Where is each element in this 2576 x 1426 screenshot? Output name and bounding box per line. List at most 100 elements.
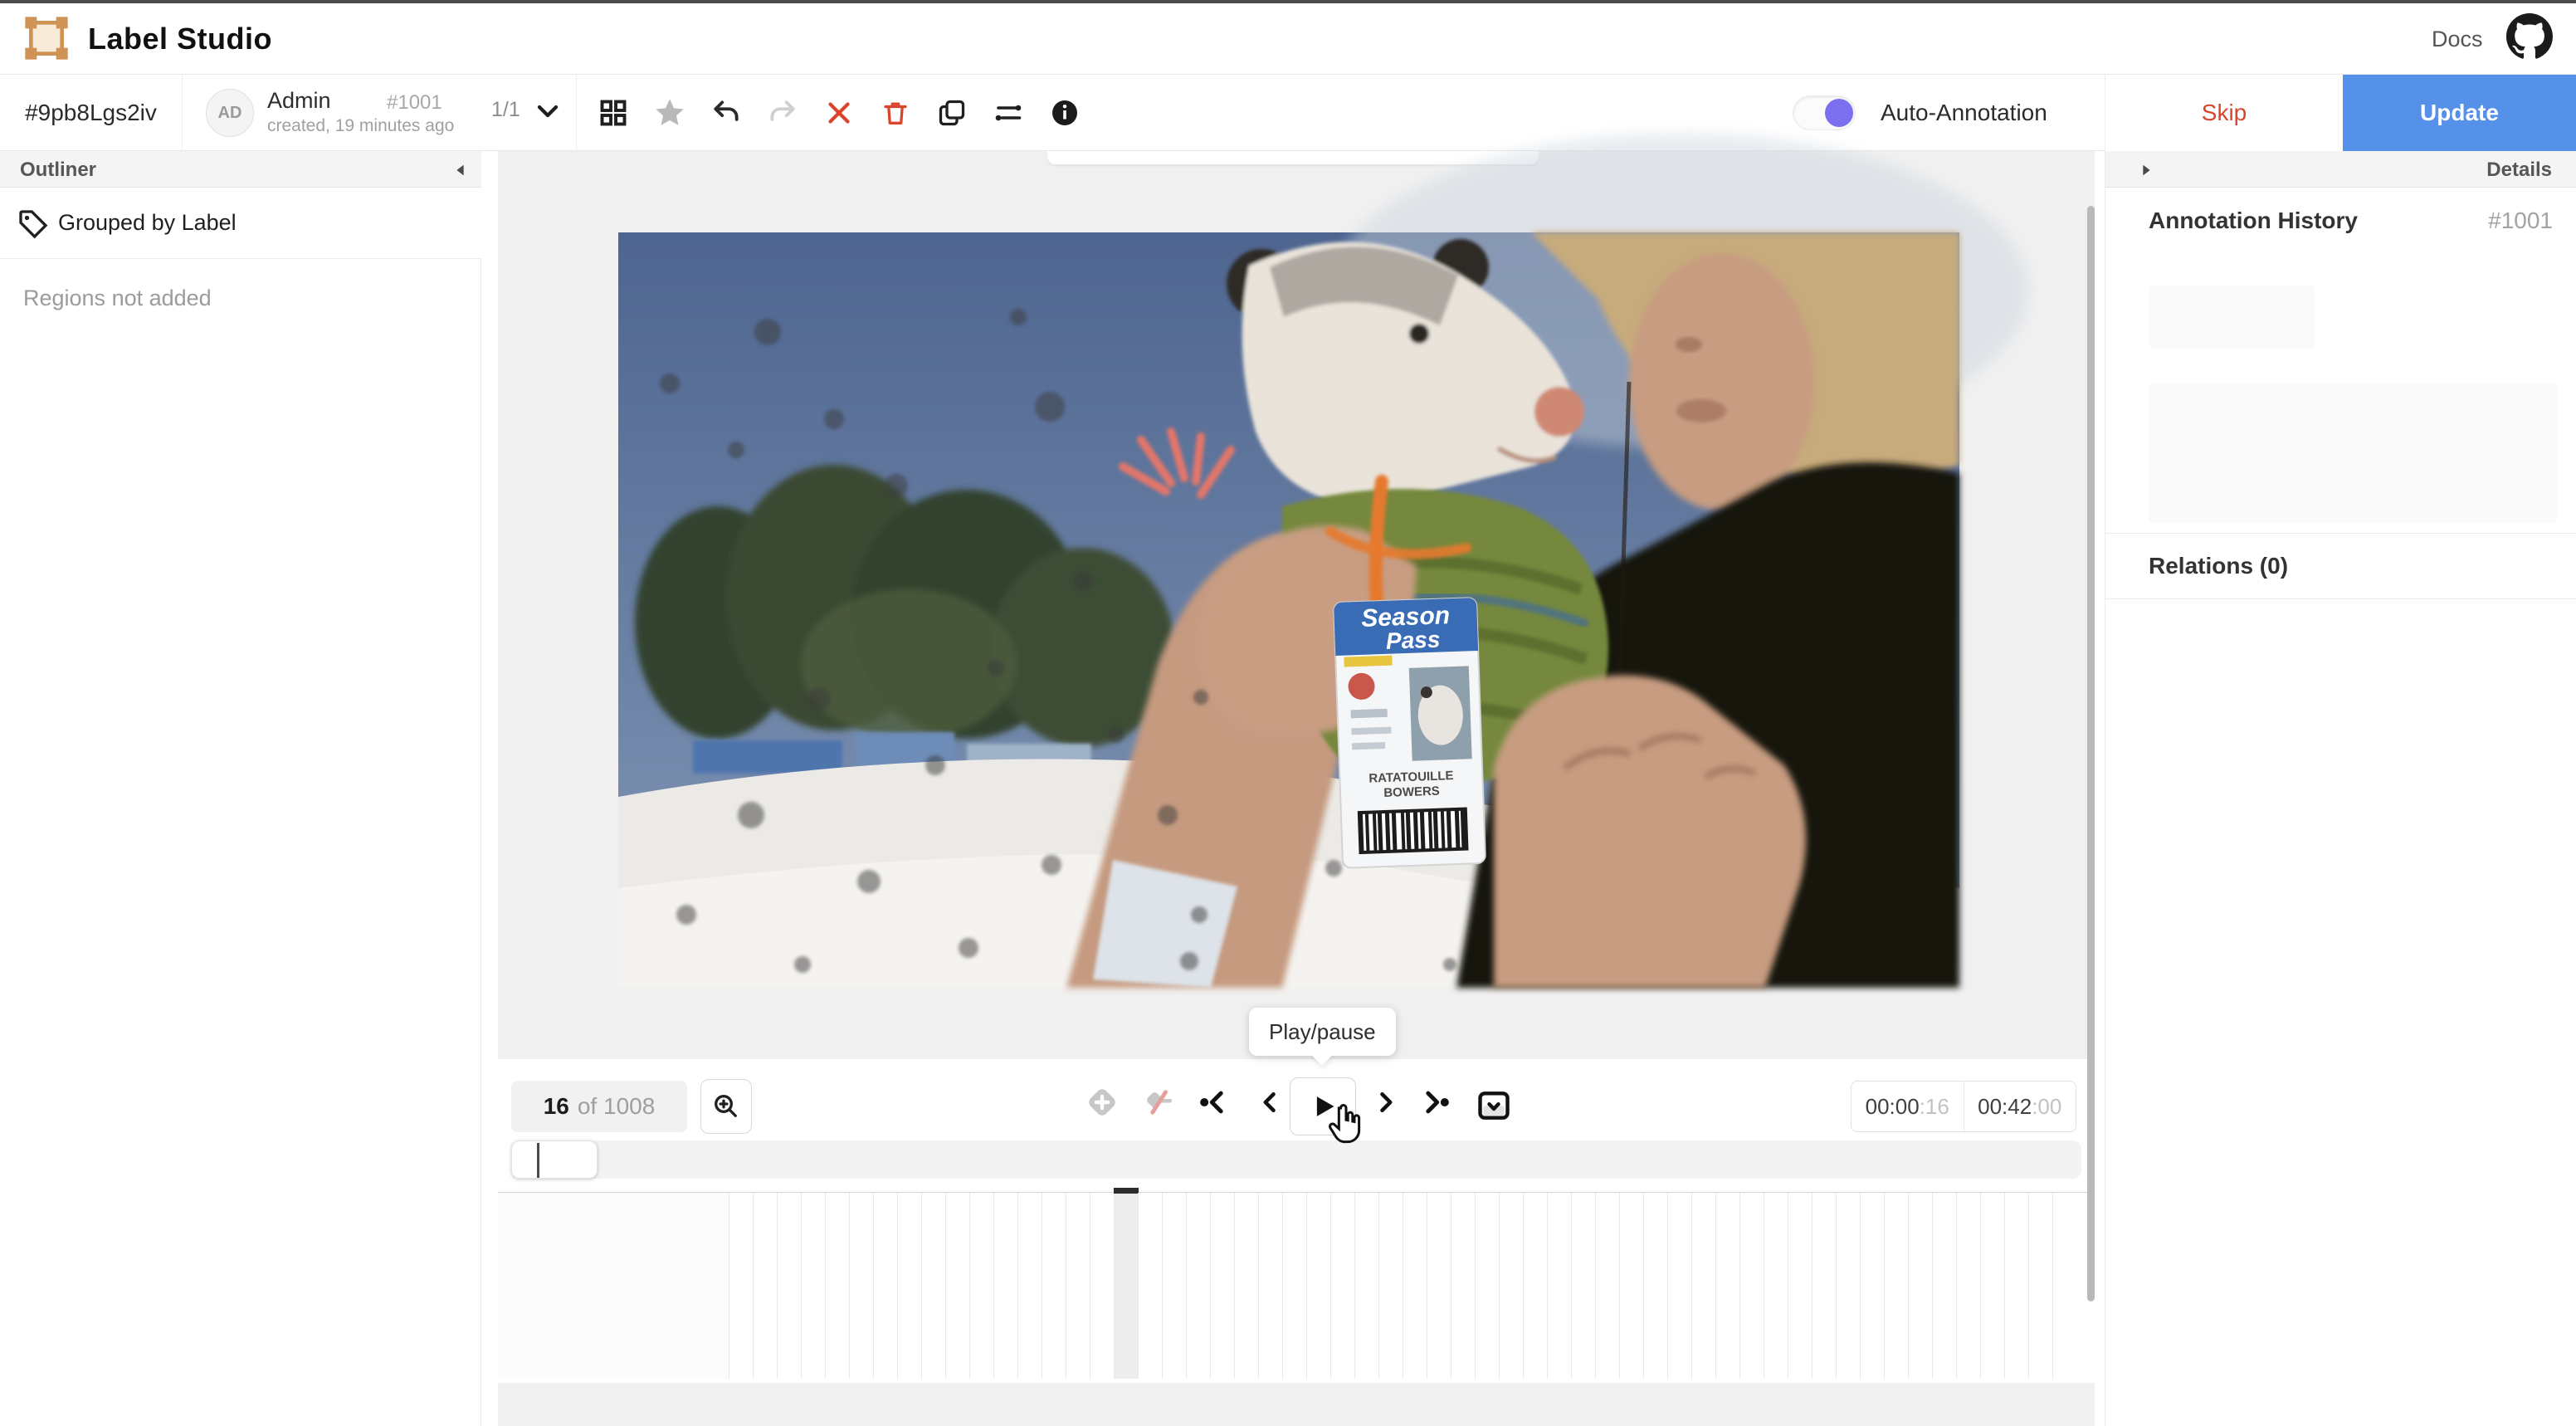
play-pause-button[interactable]	[1290, 1077, 1356, 1135]
vertical-scrollbar[interactable]	[2087, 206, 2095, 1301]
duplicate-annotation-icon[interactable]	[934, 95, 969, 130]
outliner-header: Outliner	[0, 151, 481, 188]
update-button[interactable]: Update	[2343, 75, 2576, 151]
timeline-frame-cell[interactable]	[945, 1193, 969, 1379]
docs-link[interactable]: Docs	[2432, 27, 2483, 52]
timeline-frame-cell[interactable]	[2004, 1193, 2028, 1379]
video-player[interactable]: Season Pass RATATOUILLE BOWERS	[618, 232, 1959, 988]
timeline-frame-cell[interactable]	[1715, 1193, 1739, 1379]
timeline-frame-cell[interactable]	[1427, 1193, 1451, 1379]
auto-annotation-toggle[interactable]	[1793, 95, 1856, 130]
timeline-frame-cell[interactable]	[1499, 1193, 1523, 1379]
timeline-frame-cell[interactable]	[753, 1193, 777, 1379]
timeline-frame-cell[interactable]	[873, 1193, 897, 1379]
playhead-marker	[537, 1143, 539, 1178]
ground-truth-star-icon[interactable]	[652, 95, 687, 130]
timeline-frame-cell[interactable]	[1619, 1193, 1643, 1379]
timeline-frame-cell[interactable]	[1643, 1193, 1667, 1379]
timeline-frame-cell[interactable]	[1066, 1193, 1090, 1379]
chevron-down-icon[interactable]	[531, 95, 564, 128]
timeline-frame-cell[interactable]	[1378, 1193, 1403, 1379]
label-studio-logo-icon[interactable]	[23, 15, 70, 61]
timeline-frame-cell[interactable]	[1932, 1193, 1956, 1379]
info-icon[interactable]	[1047, 95, 1082, 130]
seek-viewport-handle[interactable]	[511, 1140, 598, 1179]
timeline-frame-cell[interactable]	[1186, 1193, 1210, 1379]
timeline-grid[interactable]	[729, 1193, 2076, 1379]
collapse-panel-icon[interactable]	[451, 161, 470, 179]
reset-annotation-icon[interactable]	[822, 95, 856, 130]
previous-keyframe-button[interactable]	[1195, 1084, 1232, 1121]
next-keyframe-button[interactable]	[1417, 1084, 1454, 1121]
timeline-frame-cell[interactable]	[1475, 1193, 1499, 1379]
relations-section[interactable]: Relations (0)	[2105, 533, 2576, 599]
timeline-frame-cell[interactable]	[1210, 1193, 1234, 1379]
timeline-frame-cell[interactable]	[1595, 1193, 1619, 1379]
zoom-in-button[interactable]	[700, 1079, 752, 1134]
keyframe-interpolation-icon	[1139, 1084, 1175, 1121]
current-time: 00:00:16	[1852, 1082, 1964, 1131]
timeline-frame-cell[interactable]	[969, 1193, 993, 1379]
timeline-frame-cell[interactable]	[1090, 1193, 1114, 1379]
github-icon[interactable]	[2506, 13, 2553, 60]
timeline-frame-cell[interactable]	[1667, 1193, 1691, 1379]
timeline-frame-cell[interactable]	[1354, 1193, 1378, 1379]
view-all-regions-icon[interactable]	[596, 95, 631, 130]
delete-annotation-trash-icon[interactable]	[878, 95, 913, 130]
timeline-frame-cell[interactable]	[1306, 1193, 1330, 1379]
annotation-pager: 1/1	[491, 98, 520, 122]
timeline-frame-cell[interactable]	[993, 1193, 1017, 1379]
timeline-frame-cell[interactable]	[1017, 1193, 1042, 1379]
previous-frame-button[interactable]	[1251, 1084, 1288, 1121]
timeline-collapse-button[interactable]	[1472, 1087, 1515, 1124]
timeline-frame-cell[interactable]	[1042, 1193, 1066, 1379]
frame-counter[interactable]: 16 of 1008	[511, 1081, 687, 1132]
timeline-frame-cell[interactable]	[1234, 1193, 1258, 1379]
timeline-frame-cell[interactable]	[1884, 1193, 1908, 1379]
expand-panel-icon[interactable]	[2137, 161, 2155, 179]
timeline-frame-cell[interactable]	[1691, 1193, 1715, 1379]
total-frames-label: of 1008	[578, 1093, 655, 1120]
skip-button[interactable]: Skip	[2105, 75, 2343, 151]
timeline-frame-cell[interactable]	[1860, 1193, 1884, 1379]
badge-word-bottom: Pass	[1385, 627, 1440, 654]
timeline-frame-cell[interactable]	[1739, 1193, 1764, 1379]
group-by-label-selector[interactable]: Grouped by Label	[0, 188, 481, 259]
annotation-actions	[596, 75, 1082, 151]
timeline-frame-cell[interactable]	[1282, 1193, 1306, 1379]
timeline-frame-cell[interactable]	[2052, 1193, 2076, 1379]
timeline-frame-cell[interactable]	[1571, 1193, 1595, 1379]
timeline-frame-cell[interactable]	[1330, 1193, 1354, 1379]
timeline-frame-cell[interactable]	[801, 1193, 825, 1379]
total-time-frames: :00	[2032, 1094, 2061, 1120]
timeline-frame-cell[interactable]	[1812, 1193, 1836, 1379]
timeline-frame-cell[interactable]	[1403, 1193, 1427, 1379]
timeline-frame-cell[interactable]	[921, 1193, 945, 1379]
relations-settings-icon[interactable]	[991, 95, 1026, 130]
next-frame-button[interactable]	[1368, 1084, 1404, 1121]
timeline-current-frame[interactable]	[1114, 1193, 1138, 1379]
timeline-frame-cell[interactable]	[1764, 1193, 1788, 1379]
timeline-frame-cell[interactable]	[1836, 1193, 1860, 1379]
timeline-frame-cell[interactable]	[777, 1193, 801, 1379]
timeline-frame-cell[interactable]	[825, 1193, 849, 1379]
timeline-frame-cell[interactable]	[1956, 1193, 1980, 1379]
timeline-frame-cell[interactable]	[1523, 1193, 1547, 1379]
seek-bar[interactable]	[511, 1140, 2081, 1179]
timeline-frame-cell[interactable]	[1547, 1193, 1571, 1379]
timeline-frame-cell[interactable]	[1451, 1193, 1475, 1379]
timeline-frame-cell[interactable]	[1908, 1193, 1932, 1379]
redo-icon[interactable]	[765, 95, 800, 130]
timeline-frame-cell[interactable]	[897, 1193, 921, 1379]
timeline-frame-cell[interactable]	[1162, 1193, 1186, 1379]
task-id-tab[interactable]: #9pb8Lgs2iv	[0, 75, 183, 151]
timeline-frame-cell[interactable]	[1980, 1193, 2004, 1379]
undo-icon[interactable]	[709, 95, 744, 130]
annotation-selector[interactable]: AD Admin created, 19 minutes ago #1001 1…	[183, 75, 577, 151]
timeline-frame-cell[interactable]	[849, 1193, 873, 1379]
timeline-frame-cell[interactable]	[1138, 1193, 1162, 1379]
timeline-frame-cell[interactable]	[1258, 1193, 1282, 1379]
timeline-frame-cell[interactable]	[729, 1193, 753, 1379]
timeline-frame-cell[interactable]	[2028, 1193, 2052, 1379]
timeline-frame-cell[interactable]	[1788, 1193, 1812, 1379]
